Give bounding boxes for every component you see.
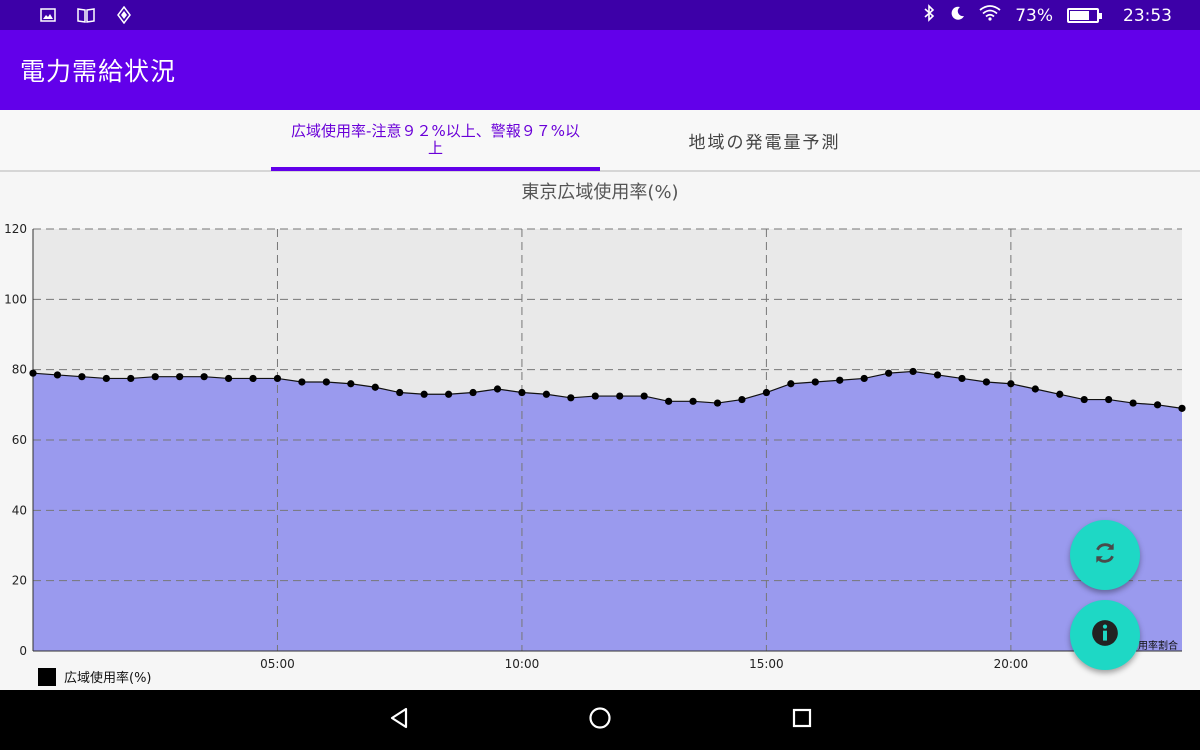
data-point: [982, 378, 991, 386]
data-point: [298, 378, 306, 386]
back-button[interactable]: [384, 705, 414, 735]
data-point: [78, 373, 86, 381]
data-point: [542, 390, 550, 398]
data-point: [176, 373, 184, 381]
x-tick-label: 15:00: [749, 657, 784, 671]
home-button[interactable]: [585, 705, 615, 735]
moon-icon: [949, 5, 965, 26]
book-icon: [76, 7, 96, 27]
data-point: [1153, 401, 1162, 409]
tab-wide-area-usage[interactable]: 広域使用率-注意９２%以上、警報９７%以上: [271, 110, 600, 170]
bluetooth-icon: [923, 4, 935, 27]
app-title: 電力需給状況: [20, 57, 177, 86]
data-point: [29, 369, 37, 377]
home-icon: [588, 706, 612, 734]
data-point: [1031, 385, 1039, 393]
data-point: [811, 378, 819, 386]
battery-level-fill: [1070, 11, 1089, 20]
data-point: [787, 380, 795, 388]
usage-chart[interactable]: 0 20 40 60 80 100 120 05:00 10:00 15:00 20:00: [0, 210, 1200, 680]
data-point: [249, 374, 257, 383]
tab-bar: 広域使用率-注意９２%以上、警報９７%以上 地域の発電量予測: [0, 110, 1200, 172]
info-icon: [1091, 619, 1119, 651]
recents-icon: [791, 707, 813, 733]
refresh-icon: [1092, 540, 1118, 570]
data-point: [616, 392, 624, 400]
data-point: [200, 373, 208, 381]
data-point: [322, 378, 330, 386]
image-icon: [40, 7, 56, 27]
data-point: [885, 369, 893, 377]
data-point: [1007, 380, 1015, 388]
data-point: [127, 374, 135, 383]
y-tick-label: 0: [19, 644, 27, 658]
data-point: [1080, 395, 1088, 404]
data-point: [909, 367, 917, 376]
y-tick-label: 60: [12, 433, 27, 447]
x-tick-label: 10:00: [505, 657, 540, 671]
battery-icon: [1067, 8, 1102, 23]
data-point: [396, 388, 404, 397]
refresh-button[interactable]: [1070, 520, 1140, 590]
data-point: [860, 374, 868, 383]
chart-legend: 広域使用率(%): [38, 667, 152, 686]
data-point: [713, 399, 722, 407]
data-point: [102, 374, 110, 383]
y-tick-label: 20: [12, 574, 27, 588]
data-point: [1178, 404, 1186, 412]
data-point: [469, 388, 477, 397]
app-bar: 電力需給状況: [0, 30, 1200, 110]
y-tick-label: 100: [4, 292, 27, 306]
x-tick-label: 20:00: [994, 657, 1029, 671]
navigation-bar: [0, 690, 1200, 750]
app-icon: [116, 5, 132, 28]
back-icon: [388, 706, 410, 734]
data-point: [958, 374, 966, 383]
legend-swatch: [38, 667, 56, 686]
chart-description: 用率割合: [1138, 641, 1178, 652]
data-point: [518, 388, 526, 397]
data-point: [444, 390, 453, 398]
data-point: [493, 385, 502, 393]
data-point: [689, 397, 697, 405]
y-tick-label: 40: [12, 503, 27, 517]
data-point: [151, 373, 159, 381]
data-point: [371, 383, 379, 391]
clock: 23:53: [1123, 5, 1172, 26]
data-point: [420, 390, 428, 398]
data-point: [1129, 399, 1137, 407]
data-point: [762, 388, 771, 397]
usage-area: [33, 371, 1182, 651]
wifi-icon: [979, 5, 1001, 26]
data-point: [53, 371, 62, 379]
y-tick-label: 120: [4, 222, 27, 236]
data-point: [273, 374, 282, 383]
data-point: [933, 371, 942, 379]
data-point: [836, 376, 844, 384]
info-button[interactable]: [1070, 600, 1140, 670]
data-point: [567, 394, 575, 402]
tab-indicator: [271, 167, 600, 171]
y-tick-label: 80: [12, 363, 27, 377]
data-point: [224, 374, 233, 383]
data-point: [1105, 395, 1113, 404]
data-point: [640, 392, 648, 400]
battery-text: 73%: [1015, 5, 1053, 26]
legend-label: 広域使用率(%): [64, 671, 152, 686]
x-tick-label: 05:00: [260, 657, 295, 671]
chart-title: 東京広域使用率(%): [521, 182, 679, 203]
recents-button[interactable]: [787, 705, 817, 735]
data-point: [591, 392, 599, 400]
data-point: [1056, 390, 1064, 398]
data-point: [665, 397, 673, 405]
status-bar: 73% 23:53: [0, 0, 1200, 30]
data-point: [347, 380, 355, 388]
data-point: [738, 395, 746, 404]
tab-regional-generation-forecast[interactable]: 地域の発電量予測: [600, 110, 929, 170]
